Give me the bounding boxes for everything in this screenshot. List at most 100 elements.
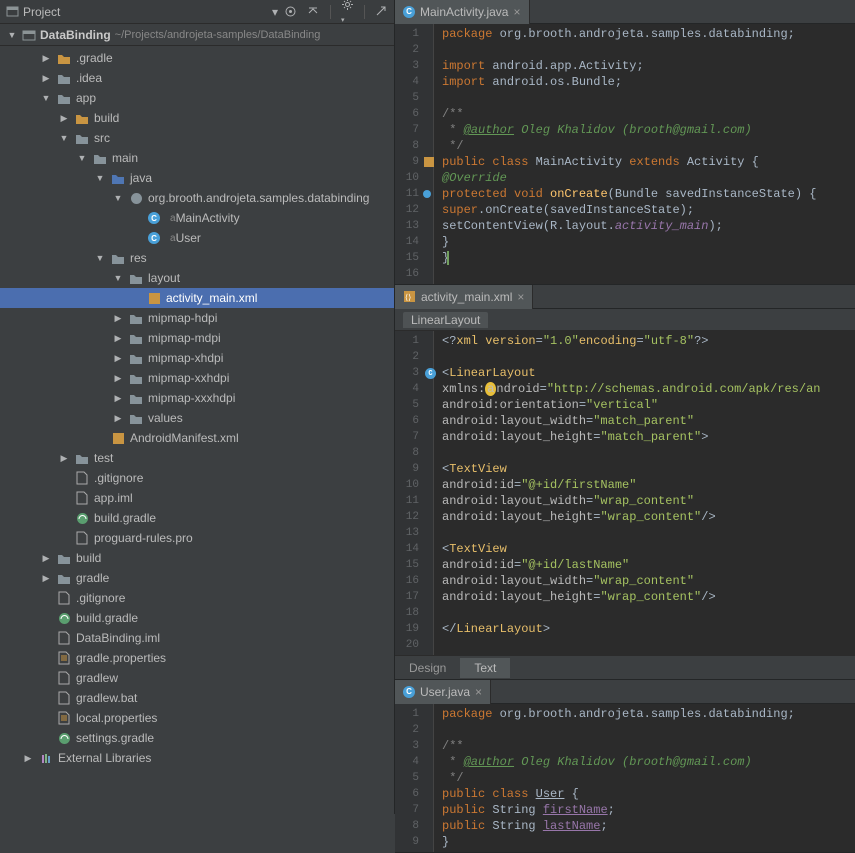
close-icon[interactable]: × (517, 290, 524, 304)
tree-node[interactable]: ▼src (0, 128, 394, 148)
project-dropdown[interactable]: Project ▾ (6, 5, 278, 19)
tab-bar: C MainActivity.java × (395, 0, 855, 24)
tree-node[interactable]: activity_main.xml (0, 288, 394, 308)
tab-design[interactable]: Design (395, 658, 460, 678)
twisty-icon: ▶ (40, 52, 52, 64)
node-label: build (94, 111, 119, 125)
twisty-icon: ▶ (22, 752, 34, 764)
twisty-icon: ▶ (40, 552, 52, 564)
tree-node[interactable]: ▶mipmap-xxxhdpi (0, 388, 394, 408)
tab-label: activity_main.xml (421, 290, 512, 304)
node-icon (74, 510, 90, 526)
tab-label: User.java (420, 685, 470, 699)
tree-node[interactable]: CaMainActivity (0, 208, 394, 228)
node-icon (74, 470, 90, 486)
tree-node[interactable]: ▶test (0, 448, 394, 468)
node-icon (74, 450, 90, 466)
code-editor[interactable]: 12345678910111213141516package org.broot… (395, 24, 855, 284)
node-icon (128, 350, 144, 366)
node-label: layout (148, 271, 180, 285)
node-label: .gradle (76, 51, 113, 65)
node-label: java (130, 171, 152, 185)
tree-node[interactable]: ▶build (0, 548, 394, 568)
tree-node[interactable]: gradle.properties (0, 648, 394, 668)
tree-node[interactable]: ▼layout (0, 268, 394, 288)
project-tree[interactable]: ▶.gradle▶.idea▼app▶build▼src▼main▼java▼o… (0, 46, 394, 814)
node-label: build.gradle (76, 611, 138, 625)
chevron-down-icon: ▾ (272, 5, 278, 19)
tree-node[interactable]: ▶.idea (0, 68, 394, 88)
node-label: build.gradle (94, 511, 156, 525)
tree-node[interactable]: ▶mipmap-mdpi (0, 328, 394, 348)
node-icon (56, 650, 72, 666)
tree-node[interactable]: ▼app (0, 88, 394, 108)
node-label: mipmap-hdpi (148, 311, 217, 325)
node-icon (56, 70, 72, 86)
java-class-icon: C (403, 6, 415, 18)
tree-node[interactable]: proguard-rules.pro (0, 528, 394, 548)
tab-main-activity[interactable]: C MainActivity.java × (395, 0, 530, 24)
tree-node[interactable]: ▶ .gradle (0, 48, 394, 68)
tree-node[interactable]: ▼java (0, 168, 394, 188)
node-icon (74, 110, 90, 126)
twisty-icon (40, 592, 52, 604)
tab-text[interactable]: Text (460, 658, 510, 678)
tab-label: MainActivity.java (420, 5, 508, 19)
tree-node[interactable]: ▶External Libraries (0, 748, 394, 768)
node-icon (128, 410, 144, 426)
breadcrumb-item[interactable]: LinearLayout (403, 312, 488, 328)
twisty-icon (40, 672, 52, 684)
tree-node[interactable]: .gitignore (0, 468, 394, 488)
tree-node[interactable]: ▼main (0, 148, 394, 168)
node-label: gradlew.bat (76, 691, 137, 705)
twisty-icon (40, 732, 52, 744)
tree-node[interactable]: app.iml (0, 488, 394, 508)
design-text-tabs: Design Text (395, 655, 855, 679)
tree-node[interactable]: local.properties (0, 708, 394, 728)
node-label: app.iml (94, 491, 133, 505)
node-icon (56, 630, 72, 646)
tree-node[interactable]: DataBinding.iml (0, 628, 394, 648)
node-icon (128, 330, 144, 346)
tree-node[interactable]: ▶build (0, 108, 394, 128)
tree-node[interactable]: build.gradle (0, 508, 394, 528)
node-label: test (94, 451, 113, 465)
tree-node[interactable]: .gitignore (0, 588, 394, 608)
locate-icon[interactable] (284, 5, 297, 18)
tab-activity-main-xml[interactable]: ⟨⟩ activity_main.xml × (395, 285, 533, 309)
tree-node[interactable]: settings.gradle (0, 728, 394, 748)
tree-node[interactable]: ▶mipmap-xxhdpi (0, 368, 394, 388)
editor-area: C MainActivity.java × 123456789101112131… (395, 0, 855, 814)
code-editor[interactable]: 123C4567891011121314151617181920<?xml ve… (395, 331, 855, 655)
tree-node[interactable]: ▼res (0, 248, 394, 268)
tree-node[interactable]: build.gradle (0, 608, 394, 628)
node-icon (56, 590, 72, 606)
editor-activity-main-xml: ⟨⟩ activity_main.xml × LinearLayout 123C… (395, 285, 855, 680)
node-label: gradle (76, 571, 109, 585)
node-label: AndroidManifest.xml (130, 431, 239, 445)
close-icon[interactable]: × (513, 5, 520, 19)
gear-icon[interactable]: ▾ (341, 0, 354, 25)
tree-node[interactable]: ▶gradle (0, 568, 394, 588)
twisty-icon: ▼ (112, 192, 124, 204)
close-icon[interactable]: × (475, 685, 482, 699)
tab-user[interactable]: C User.java × (395, 680, 491, 704)
twisty-icon (58, 532, 70, 544)
code-editor[interactable]: 123456789package org.brooth.androjeta.sa… (395, 704, 855, 852)
node-label: org.brooth.androjeta.samples.databinding (148, 191, 369, 205)
hide-icon[interactable] (375, 5, 388, 18)
tree-node[interactable]: gradlew.bat (0, 688, 394, 708)
project-breadcrumb[interactable]: ▼ DataBinding ~/Projects/androjeta-sampl… (0, 24, 394, 46)
tree-node[interactable]: AndroidManifest.xml (0, 428, 394, 448)
tree-node[interactable]: gradlew (0, 668, 394, 688)
tree-node[interactable]: ▼ org.brooth.androjeta.samples.databindin… (0, 188, 394, 208)
collapse-icon[interactable] (307, 5, 320, 18)
node-label: local.properties (76, 711, 157, 725)
tree-node[interactable]: CaUser (0, 228, 394, 248)
tree-node[interactable]: ▶values (0, 408, 394, 428)
tree-node[interactable]: ▶mipmap-hdpi (0, 308, 394, 328)
node-label: app (76, 91, 96, 105)
node-label: settings.gradle (76, 731, 154, 745)
project-icon (6, 5, 19, 18)
tree-node[interactable]: ▶mipmap-xhdpi (0, 348, 394, 368)
